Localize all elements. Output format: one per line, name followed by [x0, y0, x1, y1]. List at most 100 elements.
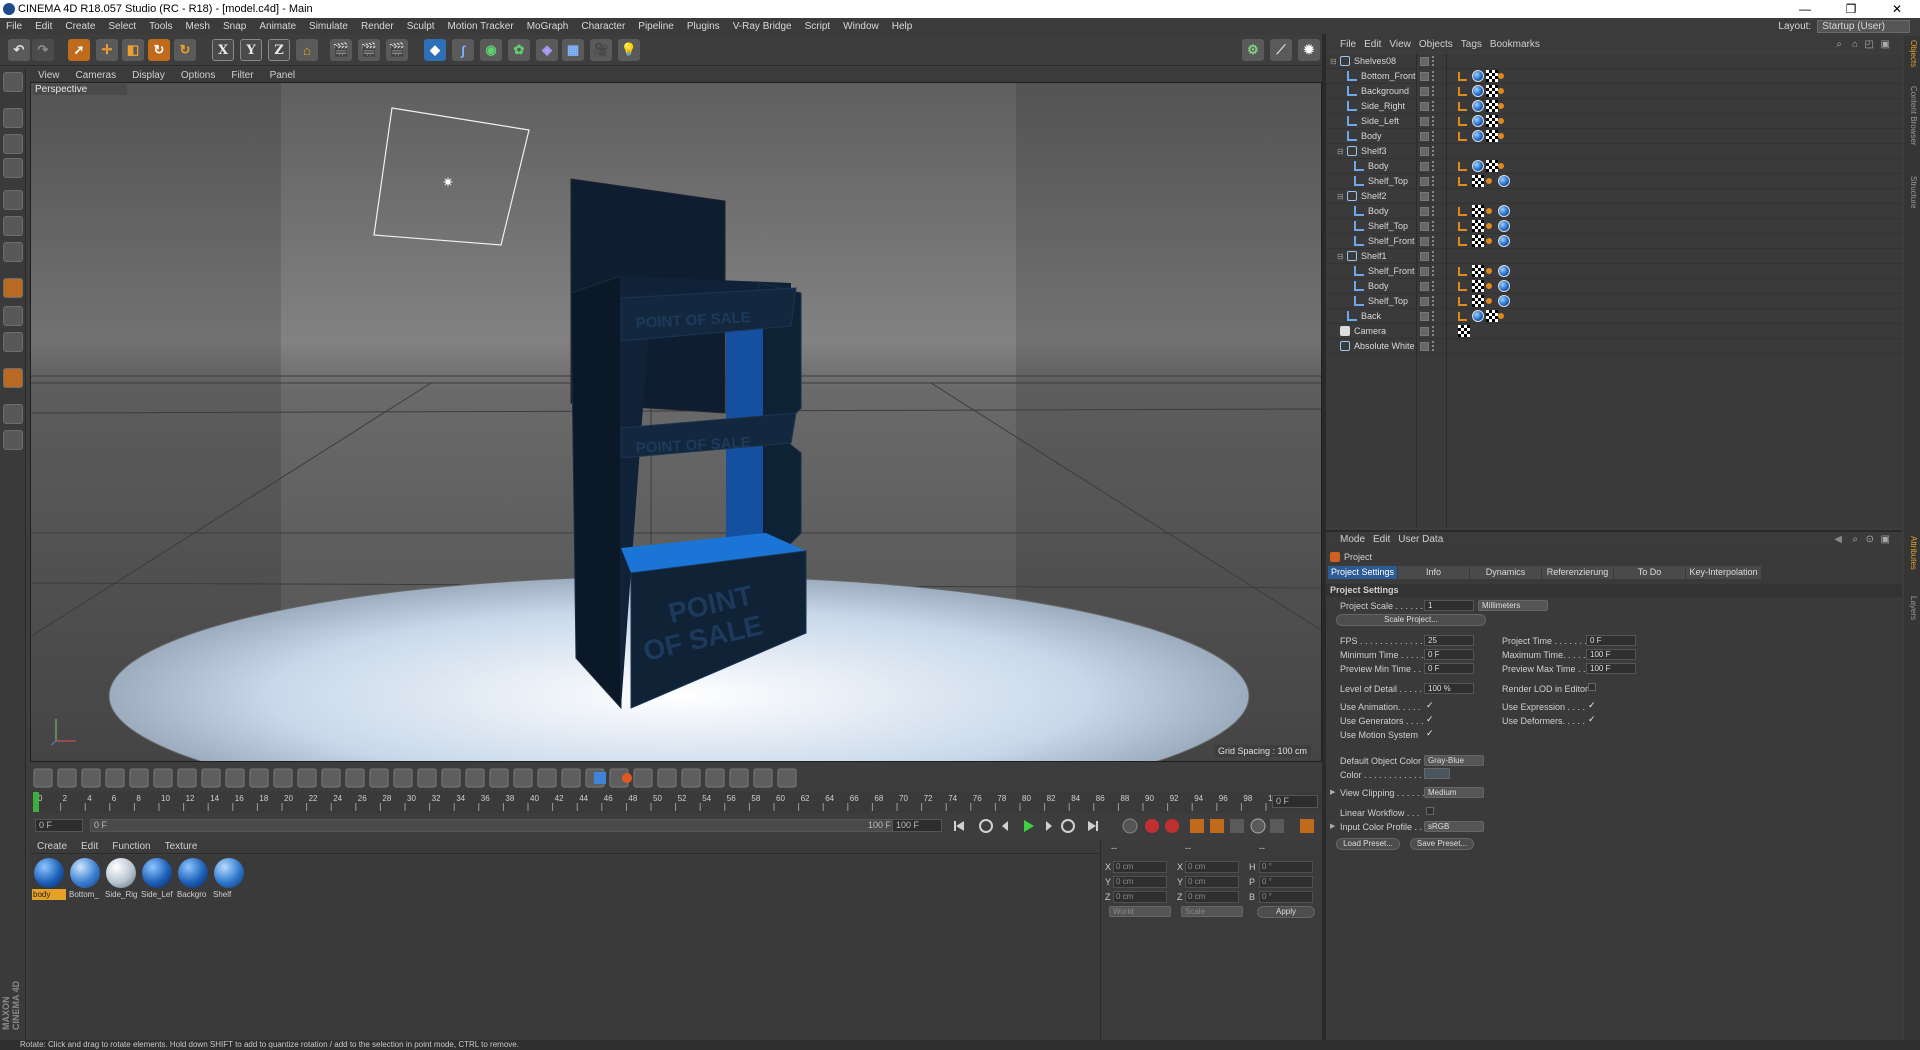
search-icon[interactable]: ⌕ — [1852, 534, 1866, 545]
object-row[interactable]: Body — [1326, 279, 1902, 294]
visibility-dots[interactable] — [1432, 221, 1435, 231]
object-row[interactable]: ⊟ Shelf3 — [1326, 144, 1902, 159]
expand-toggle-icon[interactable]: ⊟ — [1330, 54, 1337, 69]
uvw-tag-icon[interactable] — [1472, 280, 1484, 292]
model-mode-icon[interactable] — [3, 108, 23, 128]
menu-vray-bridge[interactable]: V-Ray Bridge — [727, 21, 799, 32]
material-swatch-bottom[interactable]: Bottom_ — [68, 857, 102, 902]
phong-tag-icon[interactable] — [1458, 237, 1467, 246]
rotate-icon[interactable]: ↻ — [148, 39, 170, 61]
position-x-field[interactable]: 0 cm — [1113, 861, 1167, 873]
compositing-tag-icon[interactable] — [1486, 208, 1492, 214]
material-tag-icon[interactable] — [1498, 265, 1510, 277]
layer-toggle[interactable] — [1420, 132, 1429, 141]
visibility-dots[interactable] — [1432, 71, 1435, 81]
material-tag-icon[interactable] — [1472, 85, 1484, 97]
expand-toggle-icon[interactable]: ⊟ — [1337, 189, 1344, 204]
cloner-icon[interactable]: ✿ — [508, 39, 530, 61]
fps-field[interactable]: 25 — [1424, 635, 1474, 646]
object-row[interactable]: Shelf_Top — [1326, 294, 1902, 309]
menu-pipeline[interactable]: Pipeline — [632, 21, 681, 32]
visibility-dots[interactable] — [1432, 86, 1435, 96]
cube-object-icon[interactable]: ◆ — [424, 39, 446, 61]
layer-toggle[interactable] — [1420, 282, 1429, 291]
compositing-tag-icon[interactable] — [1498, 88, 1504, 94]
side-tab-layers[interactable]: Layers — [1906, 596, 1918, 620]
material-menu-create[interactable]: Create — [30, 841, 74, 852]
rotation-h-field[interactable]: 0 ° — [1259, 861, 1313, 873]
compositing-tag-icon[interactable] — [1498, 118, 1504, 124]
uvw-tag-icon[interactable] — [1486, 160, 1498, 172]
object-name[interactable]: Shelf_Top — [1368, 174, 1408, 189]
uvw-tag-icon[interactable] — [1472, 175, 1484, 187]
menu-snap[interactable]: Snap — [217, 21, 253, 32]
compositing-tag-icon[interactable] — [1486, 283, 1492, 289]
side-tab-content-browser[interactable]: Content Browser — [1906, 86, 1918, 146]
preview-max-time-field[interactable]: 100 F — [1586, 663, 1636, 674]
save-preset-button[interactable]: Save Preset... — [1410, 838, 1474, 850]
object-menu-view[interactable]: View — [1389, 39, 1419, 50]
object-name[interactable]: Shelf_Front — [1368, 264, 1415, 279]
visibility-dots[interactable] — [1432, 116, 1435, 126]
visibility-dots[interactable] — [1432, 176, 1435, 186]
object-name[interactable]: Side_Right — [1361, 99, 1405, 114]
expand-toggle-icon[interactable]: ⊟ — [1337, 249, 1344, 264]
layer-toggle[interactable] — [1420, 87, 1429, 96]
compositing-tag-icon[interactable] — [1486, 178, 1492, 184]
axis-mode-icon[interactable] — [3, 278, 23, 298]
object-row[interactable]: Shelf_Top — [1326, 219, 1902, 234]
linear-workflow-checkbox[interactable] — [1426, 807, 1434, 815]
object-row[interactable]: Body — [1326, 129, 1902, 144]
compositing-tag-icon[interactable] — [1498, 73, 1504, 79]
object-menu-file[interactable]: File — [1326, 39, 1364, 50]
menu-render[interactable]: Render — [355, 21, 401, 32]
layer-toggle[interactable] — [1420, 252, 1429, 261]
visibility-dots[interactable] — [1432, 251, 1435, 261]
scale-project-button[interactable]: Scale Project... — [1336, 614, 1486, 626]
size-y-field[interactable]: 0 cm — [1185, 876, 1239, 888]
search-icon[interactable]: ⌕ — [1836, 39, 1850, 50]
visibility-dots[interactable] — [1432, 131, 1435, 141]
visibility-dots[interactable] — [1432, 161, 1435, 171]
object-row[interactable]: ⊟ Shelf2 — [1326, 189, 1902, 204]
material-tag-icon[interactable] — [1472, 115, 1484, 127]
layer-toggle[interactable] — [1420, 147, 1429, 156]
layer-toggle[interactable] — [1420, 102, 1429, 111]
coordinate-system-icon[interactable]: ⌂ — [296, 39, 318, 61]
use-animation-checkbox[interactable]: ✓ — [1426, 701, 1435, 710]
visibility-dots[interactable] — [1432, 191, 1435, 201]
uvw-tag-icon[interactable] — [1472, 205, 1484, 217]
tweak-mode-icon[interactable] — [3, 306, 23, 326]
compositing-tag-icon[interactable] — [1486, 298, 1492, 304]
menu-window[interactable]: Window — [837, 21, 886, 32]
material-tag-icon[interactable] — [1472, 70, 1484, 82]
object-name[interactable]: Camera — [1354, 324, 1386, 339]
move-icon[interactable]: ✛ — [96, 39, 118, 61]
side-tab-structure[interactable]: Structure — [1906, 176, 1918, 208]
layer-toggle[interactable] — [1420, 117, 1429, 126]
object-name[interactable]: Shelf1 — [1361, 249, 1387, 264]
menu-edit[interactable]: Edit — [29, 21, 59, 32]
object-menu-bookmarks[interactable]: Bookmarks — [1490, 39, 1548, 50]
layer-toggle[interactable] — [1420, 267, 1429, 276]
uvw-tag-icon[interactable] — [1472, 265, 1484, 277]
phong-tag-icon[interactable] — [1458, 282, 1467, 291]
floor-scene-icon[interactable]: ▦ — [562, 39, 584, 61]
object-menu-edit[interactable]: Edit — [1364, 39, 1389, 50]
phong-tag-icon[interactable] — [1458, 297, 1467, 306]
layout-select[interactable]: Startup (User) — [1817, 19, 1910, 33]
render-settings-icon[interactable]: 🎬 — [386, 39, 408, 61]
menu-create[interactable]: Create — [59, 21, 102, 32]
phong-tag-icon[interactable] — [1458, 102, 1467, 111]
attr-menu-user-data[interactable]: User Data — [1398, 534, 1451, 545]
object-row[interactable]: Body — [1326, 204, 1902, 219]
snap-icon[interactable] — [3, 332, 23, 352]
visibility-dots[interactable] — [1432, 281, 1435, 291]
live-selection-icon[interactable]: ➚ — [68, 39, 90, 61]
menu-character[interactable]: Character — [575, 21, 632, 32]
object-name[interactable]: Body — [1361, 129, 1382, 144]
y-axis-lock-button[interactable]: Y — [240, 39, 262, 61]
close-button[interactable]: ✕ — [1874, 0, 1920, 18]
object-name[interactable]: Body — [1368, 159, 1389, 174]
object-name[interactable]: Shelf_Top — [1368, 294, 1408, 309]
